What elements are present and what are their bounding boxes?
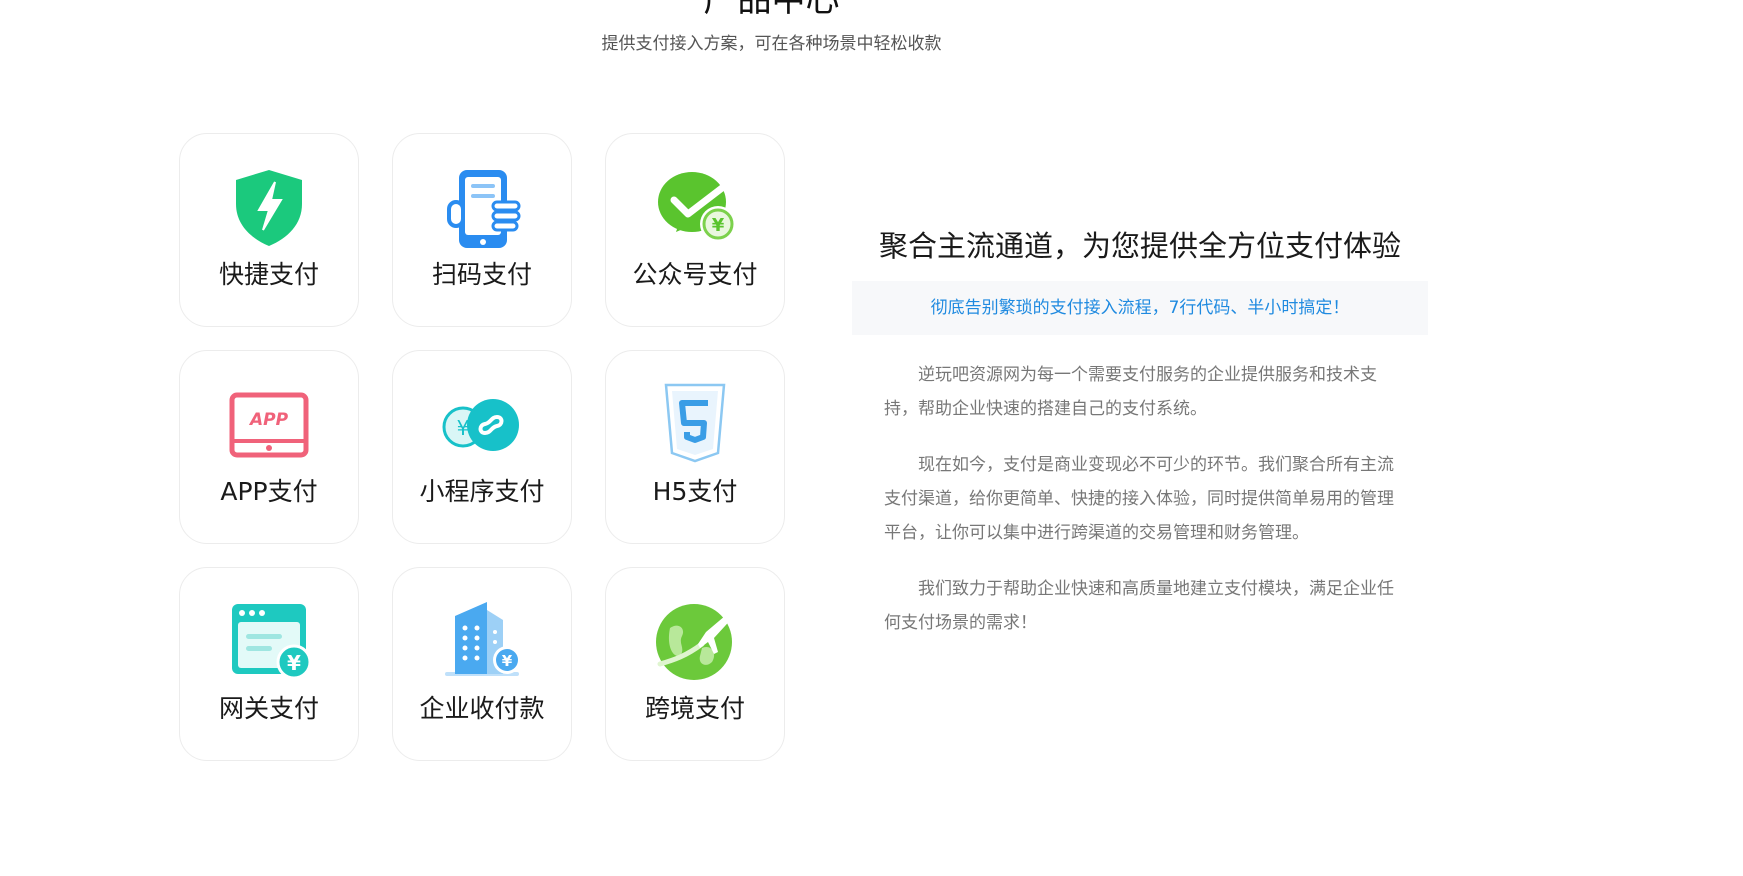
product-label: 企业收付款 <box>419 694 545 723</box>
page-subtitle: 提供支付接入方案，可在各种场景中轻松收款 <box>601 34 942 54</box>
svg-text:¥: ¥ <box>712 215 725 236</box>
page-title: 产品中心 <box>703 0 840 20</box>
product-label: 小程序支付 <box>419 477 545 506</box>
product-card-scan-pay[interactable]: 扫码支付 <box>392 133 572 327</box>
info-description: 逆玩吧资源网为每一个需要支付服务的企业提供服务和技术支持，帮助企业快速的搭建自己… <box>884 358 1396 662</box>
svg-text:¥: ¥ <box>502 652 513 670</box>
product-label: 扫码支付 <box>431 260 532 289</box>
product-label: 网关支付 <box>218 694 319 723</box>
info-heading: 聚合主流通道，为您提供全方位支付体验 <box>878 229 1401 263</box>
info-paragraph: 逆玩吧资源网为每一个需要支付服务的企业提供服务和技术支持，帮助企业快速的搭建自己… <box>884 365 1377 419</box>
product-card-quick-pay[interactable]: 快捷支付 <box>179 133 359 327</box>
product-label: 快捷支付 <box>218 260 319 289</box>
phone-scan-icon <box>439 164 525 250</box>
html5-icon <box>652 381 738 467</box>
product-label: 公众号支付 <box>632 260 758 289</box>
product-label: 跨境支付 <box>644 694 745 723</box>
wechat-yuan-icon: ¥ <box>652 164 738 250</box>
product-card-mini-program-pay[interactable]: ¥ 小程序支付 <box>392 350 572 544</box>
info-highlight: 彻底告别繁琐的支付接入流程，7行代码、半小时搞定！ <box>852 281 1428 335</box>
shield-lightning-icon <box>226 164 312 250</box>
svg-text:¥: ¥ <box>287 651 301 675</box>
info-paragraph: 现在如今，支付是商业变现必不可少的环节。我们聚合所有主流支付渠道，给你更简单、快… <box>884 455 1394 543</box>
svg-text:APP: APP <box>248 410 289 430</box>
product-label: APP支付 <box>220 477 318 506</box>
app-tablet-icon: APP <box>226 381 312 467</box>
product-grid: 快捷支付 扫码支付 ¥ 公众号支付 APP APP支付 ¥ 小程序支付 H5支付… <box>179 133 785 761</box>
globe-plane-icon <box>652 598 738 684</box>
product-card-gateway-pay[interactable]: ¥ 网关支付 <box>179 567 359 761</box>
product-card-enterprise-pay[interactable]: ¥ 企业收付款 <box>392 567 572 761</box>
product-card-cross-border-pay[interactable]: 跨境支付 <box>605 567 785 761</box>
enterprise-building-icon: ¥ <box>439 598 525 684</box>
product-card-wechat-pay[interactable]: ¥ 公众号支付 <box>605 133 785 327</box>
product-card-h5-pay[interactable]: H5支付 <box>605 350 785 544</box>
product-card-app-pay[interactable]: APP APP支付 <box>179 350 359 544</box>
gateway-window-icon: ¥ <box>226 598 312 684</box>
mini-program-icon: ¥ <box>439 381 525 467</box>
info-paragraph: 我们致力于帮助企业快速和高质量地建立支付模块，满足企业任何支付场景的需求！ <box>884 579 1394 633</box>
product-label: H5支付 <box>652 477 738 506</box>
